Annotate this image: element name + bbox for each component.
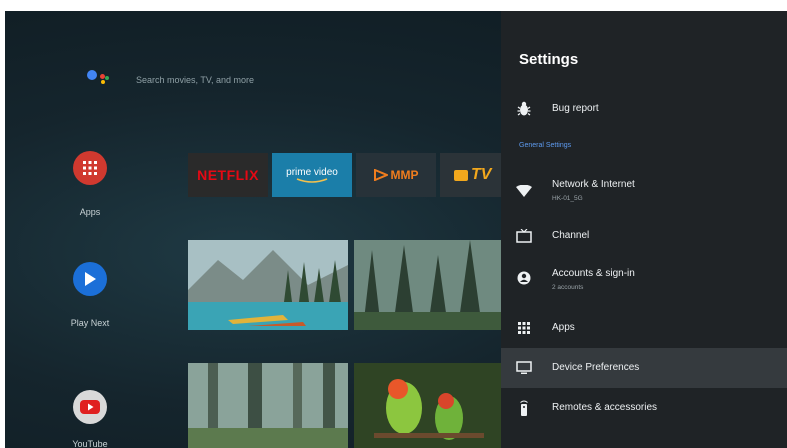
- apps-grid-icon: [515, 319, 533, 337]
- device-preferences-label: Device Preferences: [552, 362, 640, 373]
- tv-logo: TV: [471, 166, 492, 183]
- settings-title: Settings: [519, 51, 579, 68]
- apps-button[interactable]: [73, 151, 107, 185]
- channel-item[interactable]: Channel: [501, 216, 787, 256]
- prime-video-tile[interactable]: prime video: [272, 153, 352, 197]
- bug-report-item[interactable]: Bug report: [501, 89, 787, 129]
- tv-logo-box-icon: [454, 169, 468, 181]
- remotes-accessories-label: Remotes & accessories: [552, 402, 658, 413]
- play-next-button[interactable]: [73, 262, 107, 296]
- play-icon: [85, 272, 96, 286]
- apps-item-label: Apps: [552, 322, 575, 333]
- settings-panel: Settings Bug report General Settings Net…: [501, 11, 787, 448]
- tv-app-tile[interactable]: TV: [440, 153, 501, 197]
- youtube-label: YouTube: [72, 439, 108, 448]
- network-internet-label: Network & Internet: [552, 179, 635, 190]
- wifi-icon: [515, 182, 533, 200]
- general-settings-header: General Settings: [519, 142, 572, 149]
- accounts-count: 2 accounts: [552, 284, 584, 291]
- google-assistant-icon[interactable]: [85, 66, 113, 92]
- tv-home-screen: Search movies, TV, and more Apps Play Ne…: [5, 11, 787, 448]
- redwood-forest-thumbnail[interactable]: [188, 363, 348, 448]
- apps-grid-icon: [83, 161, 97, 175]
- bug-report-label: Bug report: [552, 103, 599, 114]
- search-bar[interactable]: Search movies, TV, and more: [136, 75, 254, 85]
- youtube-icon: [80, 400, 100, 414]
- monitor-icon: [515, 359, 533, 377]
- forest-thumbnail[interactable]: [354, 240, 501, 330]
- mmp-logo: MMP: [390, 168, 419, 182]
- mmp-tile[interactable]: MMP: [356, 153, 436, 197]
- netflix-tile[interactable]: NETFLIX: [188, 153, 268, 197]
- device-preferences-item[interactable]: Device Preferences: [501, 348, 787, 388]
- network-internet-item[interactable]: Network & Internet HK-01_5G: [501, 169, 787, 213]
- channel-label: Channel: [552, 230, 590, 241]
- accounts-signin-label: Accounts & sign-in: [552, 268, 635, 279]
- tv-icon: [515, 227, 533, 245]
- netflix-logo: NETFLIX: [197, 167, 259, 183]
- remote-icon: [515, 399, 533, 417]
- account-icon: [515, 269, 533, 287]
- remotes-accessories-item[interactable]: Remotes & accessories: [501, 388, 787, 428]
- prime-smile-icon: [296, 177, 328, 183]
- youtube-button[interactable]: [73, 390, 107, 424]
- prime-video-logo: prime video: [286, 166, 338, 178]
- mmp-logo-icon: [373, 169, 388, 181]
- bug-icon: [515, 100, 533, 118]
- apps-label: Apps: [79, 207, 101, 217]
- parrots-thumbnail[interactable]: [354, 363, 501, 448]
- lake-mountain-thumbnail[interactable]: [188, 240, 348, 330]
- play-next-label: Play Next: [70, 318, 110, 328]
- network-ssid: HK-01_5G: [552, 195, 583, 202]
- accounts-signin-item[interactable]: Accounts & sign-in 2 accounts: [501, 256, 787, 300]
- apps-item[interactable]: Apps: [501, 308, 787, 348]
